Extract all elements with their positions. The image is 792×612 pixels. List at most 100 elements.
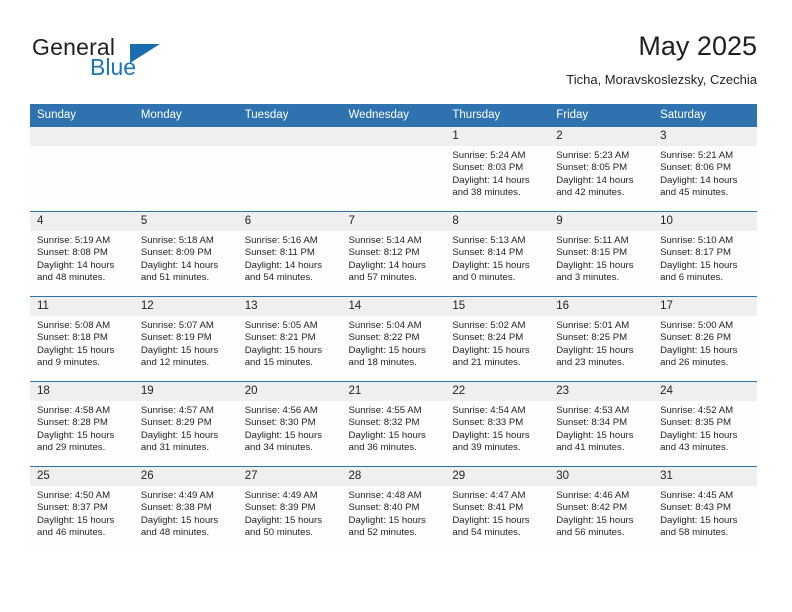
daylight-text-line1: Daylight: 14 hours [348, 259, 426, 271]
day-info: Sunrise: 4:56 AM Sunset: 8:30 PM Daylight:… [238, 401, 342, 455]
calendar-day-cell[interactable]: 13 Sunrise: 5:05 AM Sunset: 8:21 PM Dayligh… [237, 296, 342, 382]
calendar-day-cell[interactable]: 5 Sunrise: 5:18 AM Sunset: 8:09 PM Daylight… [133, 211, 238, 297]
page-header: General Blue May 2025 Ticha, Moravskosle… [0, 0, 792, 100]
sunset-text: Sunset: 8:18 PM [37, 332, 108, 344]
sunset-text: Sunset: 8:06 PM [660, 162, 731, 174]
daylight-text-line1: Daylight: 15 hours [556, 259, 634, 271]
day-info: Sunrise: 4:48 AM Sunset: 8:40 PM Daylight:… [342, 486, 446, 540]
daylight-text-line1: Daylight: 14 hours [140, 259, 219, 271]
calendar-day-cell[interactable] [237, 127, 342, 212]
calendar-week-row: 1 Sunrise: 5:24 AM Sunset: 8:03 PM Daylight… [30, 127, 757, 212]
day-cell-inner: 29 Sunrise: 4:47 AM Sunset: 8:41 PM Dayligh… [445, 467, 550, 551]
calendar-day-cell[interactable]: 30 Sunrise: 4:46 AM Sunset: 8:42 PM Dayligh… [549, 466, 654, 551]
day-cell-inner: 27 Sunrise: 4:49 AM Sunset: 8:39 PM Dayligh… [237, 467, 342, 551]
sunrise-text: Sunrise: 5:05 AM [244, 320, 318, 331]
day-cell-inner: 23 Sunrise: 4:53 AM Sunset: 8:34 PM Dayligh… [549, 382, 654, 466]
sunrise-text: Sunrise: 5:04 AM [348, 320, 422, 331]
daylight-text-line1: Daylight: 14 hours [37, 259, 115, 271]
calendar-day-cell[interactable]: 1 Sunrise: 5:24 AM Sunset: 8:03 PM Daylight… [445, 127, 550, 212]
day-number: 30 [549, 467, 654, 486]
calendar-day-cell[interactable]: 15 Sunrise: 5:02 AM Sunset: 8:24 PM Dayligh… [445, 296, 550, 382]
calendar-day-cell[interactable]: 16 Sunrise: 5:01 AM Sunset: 8:25 PM Dayligh… [549, 296, 654, 382]
calendar-day-cell[interactable]: 14 Sunrise: 5:04 AM Sunset: 8:22 PM Dayligh… [341, 296, 446, 382]
sunrise-text: Sunrise: 5:14 AM [348, 235, 422, 246]
day-number: 18 [30, 382, 134, 401]
brand-logo[interactable]: General Blue [32, 34, 212, 90]
day-number: 13 [237, 297, 342, 316]
calendar-week-row: 4 Sunrise: 5:19 AM Sunset: 8:08 PM Daylight… [30, 211, 757, 297]
calendar-day-cell[interactable]: 29 Sunrise: 4:47 AM Sunset: 8:41 PM Dayligh… [445, 466, 550, 551]
day-info: Sunrise: 5:10 AM Sunset: 8:17 PM Daylight:… [653, 231, 757, 285]
calendar-day-cell[interactable]: 2 Sunrise: 5:23 AM Sunset: 8:05 PM Daylight… [549, 127, 654, 212]
calendar-day-cell[interactable] [133, 127, 238, 212]
page-title: May 2025 [638, 31, 757, 61]
day-cell-inner: 11 Sunrise: 5:08 AM Sunset: 8:18 PM Dayligh… [30, 297, 134, 381]
daylight-text-line2: and 48 minutes. [37, 272, 106, 284]
calendar-day-cell[interactable]: 27 Sunrise: 4:49 AM Sunset: 8:39 PM Dayligh… [237, 466, 342, 551]
calendar-day-cell[interactable]: 31 Sunrise: 4:45 AM Sunset: 8:43 PM Dayligh… [653, 466, 757, 551]
sunset-text: Sunset: 8:26 PM [660, 332, 731, 344]
day-info: Sunrise: 5:05 AM Sunset: 8:21 PM Daylight:… [238, 316, 342, 370]
daylight-text-line1: Daylight: 15 hours [452, 344, 530, 356]
sunrise-text: Sunrise: 4:49 AM [244, 490, 318, 501]
day-number [341, 127, 446, 146]
sunset-text: Sunset: 8:22 PM [348, 332, 420, 344]
calendar-day-cell[interactable]: 20 Sunrise: 4:56 AM Sunset: 8:30 PM Dayligh… [237, 381, 342, 467]
sunset-text: Sunset: 8:33 PM [452, 417, 524, 429]
sunset-text: Sunset: 8:40 PM [348, 502, 420, 514]
calendar-day-cell[interactable]: 25 Sunrise: 4:50 AM Sunset: 8:37 PM Dayligh… [30, 466, 134, 551]
calendar-day-cell[interactable]: 10 Sunrise: 5:10 AM Sunset: 8:17 PM Dayligh… [653, 211, 757, 297]
sunrise-text: Sunrise: 4:56 AM [244, 405, 318, 416]
calendar-day-cell[interactable]: 4 Sunrise: 5:19 AM Sunset: 8:08 PM Daylight… [30, 211, 134, 297]
calendar-day-cell[interactable]: 7 Sunrise: 5:14 AM Sunset: 8:12 PM Daylight… [341, 211, 446, 297]
daylight-text-line2: and 56 minutes. [556, 527, 625, 539]
daylight-text-line1: Daylight: 15 hours [244, 429, 323, 441]
day-info: Sunrise: 5:04 AM Sunset: 8:22 PM Daylight:… [342, 316, 446, 370]
day-number: 2 [549, 127, 654, 146]
day-cell-inner: 18 Sunrise: 4:58 AM Sunset: 8:28 PM Dayligh… [30, 382, 134, 466]
sunrise-text: Sunrise: 5:07 AM [140, 320, 214, 331]
daylight-text-line2: and 18 minutes. [348, 357, 417, 369]
calendar-day-cell[interactable]: 19 Sunrise: 4:57 AM Sunset: 8:29 PM Dayligh… [133, 381, 238, 467]
sunset-text: Sunset: 8:03 PM [452, 162, 524, 174]
daylight-text-line1: Daylight: 14 hours [660, 174, 738, 186]
calendar-day-cell[interactable] [30, 127, 134, 212]
calendar-header-row: Sunday Monday Tuesday Wednesday Thursday Frid… [30, 104, 757, 127]
calendar-day-cell[interactable] [341, 127, 446, 212]
daylight-text-line1: Daylight: 15 hours [348, 514, 426, 526]
day-cell-inner: 4 Sunrise: 5:19 AM Sunset: 8:08 PM Daylight… [30, 212, 134, 296]
day-number: 16 [549, 297, 654, 316]
sunset-text: Sunset: 8:37 PM [37, 502, 108, 514]
calendar-day-cell[interactable]: 8 Sunrise: 5:13 AM Sunset: 8:14 PM Daylight… [445, 211, 550, 297]
sunset-text: Sunset: 8:08 PM [37, 247, 108, 259]
calendar-day-cell[interactable]: 28 Sunrise: 4:48 AM Sunset: 8:40 PM Dayligh… [341, 466, 446, 551]
calendar-day-cell[interactable]: 22 Sunrise: 4:54 AM Sunset: 8:33 PM Dayligh… [445, 381, 550, 467]
calendar-day-cell[interactable]: 26 Sunrise: 4:49 AM Sunset: 8:38 PM Dayligh… [133, 466, 238, 551]
sunrise-text: Sunrise: 5:16 AM [244, 235, 318, 246]
calendar-body: 1 Sunrise: 5:24 AM Sunset: 8:03 PM Daylight… [30, 127, 757, 551]
day-info: Sunrise: 4:52 AM Sunset: 8:35 PM Daylight:… [653, 401, 757, 455]
calendar-day-cell[interactable]: 23 Sunrise: 4:53 AM Sunset: 8:34 PM Dayligh… [549, 381, 654, 467]
sunrise-text: Sunrise: 4:57 AM [140, 405, 214, 416]
calendar-day-cell[interactable]: 12 Sunrise: 5:07 AM Sunset: 8:19 PM Dayligh… [133, 296, 238, 382]
daylight-text-line1: Daylight: 15 hours [452, 514, 530, 526]
calendar-day-cell[interactable]: 21 Sunrise: 4:55 AM Sunset: 8:32 PM Dayligh… [341, 381, 446, 467]
day-number: 22 [445, 382, 550, 401]
day-cell-inner: 30 Sunrise: 4:46 AM Sunset: 8:42 PM Dayligh… [549, 467, 654, 551]
calendar-day-cell[interactable]: 11 Sunrise: 5:08 AM Sunset: 8:18 PM Dayligh… [30, 296, 134, 382]
day-cell-inner: 13 Sunrise: 5:05 AM Sunset: 8:21 PM Dayligh… [237, 297, 342, 381]
sunrise-text: Sunrise: 5:24 AM [452, 150, 526, 161]
calendar-day-cell[interactable]: 9 Sunrise: 5:11 AM Sunset: 8:15 PM Daylight… [549, 211, 654, 297]
sunset-text: Sunset: 8:11 PM [244, 247, 315, 259]
day-number [30, 127, 134, 146]
daylight-text-line2: and 15 minutes. [244, 357, 313, 369]
calendar-day-cell[interactable]: 17 Sunrise: 5:00 AM Sunset: 8:26 PM Dayligh… [653, 296, 757, 382]
sunset-text: Sunset: 8:19 PM [140, 332, 212, 344]
daylight-text-line2: and 39 minutes. [452, 442, 521, 454]
calendar-day-cell[interactable]: 24 Sunrise: 4:52 AM Sunset: 8:35 PM Dayligh… [653, 381, 757, 467]
day-cell-inner: 28 Sunrise: 4:48 AM Sunset: 8:40 PM Dayligh… [341, 467, 446, 551]
calendar-day-cell[interactable]: 6 Sunrise: 5:16 AM Sunset: 8:11 PM Daylight… [237, 211, 342, 297]
calendar-day-cell[interactable]: 3 Sunrise: 5:21 AM Sunset: 8:06 PM Daylight… [653, 127, 757, 212]
day-number: 14 [341, 297, 446, 316]
calendar-day-cell[interactable]: 18 Sunrise: 4:58 AM Sunset: 8:28 PM Dayligh… [30, 381, 134, 467]
